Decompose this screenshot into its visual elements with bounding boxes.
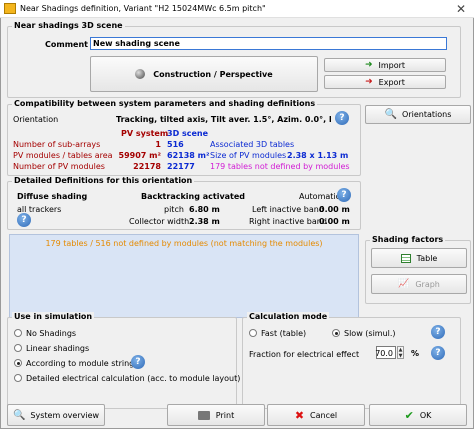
construction-button-label: Construction / Perspective xyxy=(153,69,273,79)
option-no-shadings: No Shadings xyxy=(26,329,77,338)
pitch-value: 6.80 m xyxy=(189,205,220,214)
cancel-button[interactable]: ✖ Cancel xyxy=(267,404,365,426)
row-modules-note: 179 tables not defined by modules xyxy=(210,162,350,171)
right-band-label: Right inactive band xyxy=(249,217,327,226)
collector-label: Collector width xyxy=(129,217,190,226)
orientation-label: Orientation xyxy=(13,115,59,124)
option-fast: Fast (table) xyxy=(261,329,307,338)
export-button[interactable]: ➜ Export xyxy=(324,75,446,89)
row-area-label: PV modules / tables area xyxy=(13,151,113,160)
window-titlebar: Near Shadings definition, Variant "H2 15… xyxy=(0,0,474,18)
fraction-input[interactable]: 70.0 xyxy=(375,346,396,359)
row-subarrays-label: Number of sub-arrays xyxy=(13,140,101,149)
collector-value: 2.38 m xyxy=(189,217,220,226)
row-subarrays-pv: 1 xyxy=(155,140,161,149)
table-icon xyxy=(400,253,411,263)
export-label: Export xyxy=(378,77,405,87)
row-area-note-value: 2.38 x 1.13 m xyxy=(287,151,349,160)
table-label: Table xyxy=(416,253,438,263)
right-band-value: 0.00 m xyxy=(319,217,350,226)
import-label: Import xyxy=(378,60,406,70)
cancel-x-icon: ✖ xyxy=(294,408,305,422)
dialog-body: Near shadings 3D scene Comment New shadi… xyxy=(0,18,474,429)
graph-button[interactable]: 📈 Graph xyxy=(371,274,467,294)
magnifier-icon: 🔍 xyxy=(12,409,26,421)
comment-label: Comment xyxy=(45,40,88,49)
import-arrow-icon: ➜ xyxy=(364,60,373,70)
orientations-button[interactable]: 🔍 Orientations xyxy=(365,105,471,124)
calc-mode-help-icon[interactable]: ? xyxy=(431,325,445,339)
detailed-help-icon[interactable]: ? xyxy=(337,188,351,202)
table-button[interactable]: Table xyxy=(371,248,467,268)
row-subarrays-scene: 516 xyxy=(167,140,184,149)
system-overview-button[interactable]: 🔍 System overview xyxy=(7,404,105,426)
comment-value: New shading scene xyxy=(93,39,180,48)
col-3d-scene: 3D scene xyxy=(167,129,209,138)
ok-button[interactable]: ✔ OK xyxy=(369,404,467,426)
print-label: Print xyxy=(215,410,235,420)
orientation-value: Tracking, tilted axis, Tilt aver. 1.5°, … xyxy=(116,115,331,124)
shading-factors-title: Shading factors xyxy=(370,235,446,244)
message-panel: 179 tables / 516 not defined by modules … xyxy=(9,234,359,318)
radio-no-shadings[interactable] xyxy=(14,329,22,337)
app-icon xyxy=(4,3,16,14)
magnifier-icon: 🔍 xyxy=(384,109,398,120)
close-icon[interactable]: ✕ xyxy=(448,0,474,18)
orientation-help-icon[interactable]: ? xyxy=(335,111,349,125)
graph-icon: 📈 xyxy=(398,279,410,289)
orientations-label: Orientations xyxy=(402,110,452,119)
col-pv-system: PV system xyxy=(121,129,169,138)
fraction-label: Fraction for electrical effect xyxy=(249,350,360,359)
row-modules-label: Number of PV modules xyxy=(13,162,105,171)
fraction-spinner[interactable]: ▲ ▼ xyxy=(397,346,404,359)
left-band-label: Left inactive band xyxy=(252,205,324,214)
radio-detailed-electrical[interactable] xyxy=(14,374,22,382)
compatibility-title: Compatibility between system parameters … xyxy=(12,99,318,108)
row-modules-scene: 22177 xyxy=(167,162,195,171)
radio-slow[interactable] xyxy=(332,329,340,337)
pitch-label: pitch xyxy=(164,205,184,214)
row-subarrays-note: Associated 3D tables xyxy=(210,140,295,149)
window-title: Near Shadings definition, Variant "H2 15… xyxy=(20,4,266,13)
diffuse-help-icon[interactable]: ? xyxy=(17,213,31,227)
option-slow: Slow (simul.) xyxy=(344,329,396,338)
radio-fast[interactable] xyxy=(249,329,257,337)
fraction-help-icon[interactable]: ? xyxy=(431,346,445,360)
radio-module-strings[interactable] xyxy=(14,359,22,367)
graph-label: Graph xyxy=(415,279,440,289)
calculation-mode-title: Calculation mode xyxy=(247,312,330,321)
printer-icon xyxy=(197,410,210,420)
import-button[interactable]: ➜ Import xyxy=(324,58,446,72)
module-strings-help-icon[interactable]: ? xyxy=(131,355,145,369)
message-text: 179 tables / 516 not defined by modules … xyxy=(45,239,323,248)
diffuse-label: Diffuse shading xyxy=(17,192,88,201)
option-linear-shadings: Linear shadings xyxy=(26,344,90,353)
option-detailed-electrical: Detailed electrical calculation (acc. to… xyxy=(26,374,241,383)
left-band-value: 0.00 m xyxy=(319,205,350,214)
row-area-note: Size of PV modules xyxy=(210,151,287,160)
backtracking-label: Backtracking activated xyxy=(141,192,246,201)
ok-check-icon: ✔ xyxy=(404,408,414,422)
print-button[interactable]: Print xyxy=(167,404,265,426)
fraction-value: 70.0 xyxy=(375,349,393,358)
cancel-label: Cancel xyxy=(310,410,338,420)
fraction-unit: % xyxy=(411,349,420,358)
row-area-scene: 62138 m² xyxy=(167,151,210,160)
near-shadings-title: Near shadings 3D scene xyxy=(12,21,125,30)
system-overview-label: System overview xyxy=(30,410,100,420)
comment-input[interactable]: New shading scene xyxy=(90,37,447,50)
option-module-strings: According to module strings xyxy=(26,359,139,368)
row-area-pv: 59907 m² xyxy=(118,151,161,160)
ok-label: OK xyxy=(419,410,432,420)
radio-linear-shadings[interactable] xyxy=(14,344,22,352)
export-arrow-icon: ➜ xyxy=(365,77,373,87)
automatic-label: Automatic xyxy=(299,192,341,201)
sphere-icon xyxy=(135,69,146,79)
use-in-simulation-title: Use in simulation xyxy=(12,312,95,321)
detailed-title: Detailed Definitions for this orientatio… xyxy=(12,176,195,185)
construction-perspective-button[interactable]: Construction / Perspective xyxy=(90,56,318,92)
row-modules-pv: 22178 xyxy=(133,162,161,171)
